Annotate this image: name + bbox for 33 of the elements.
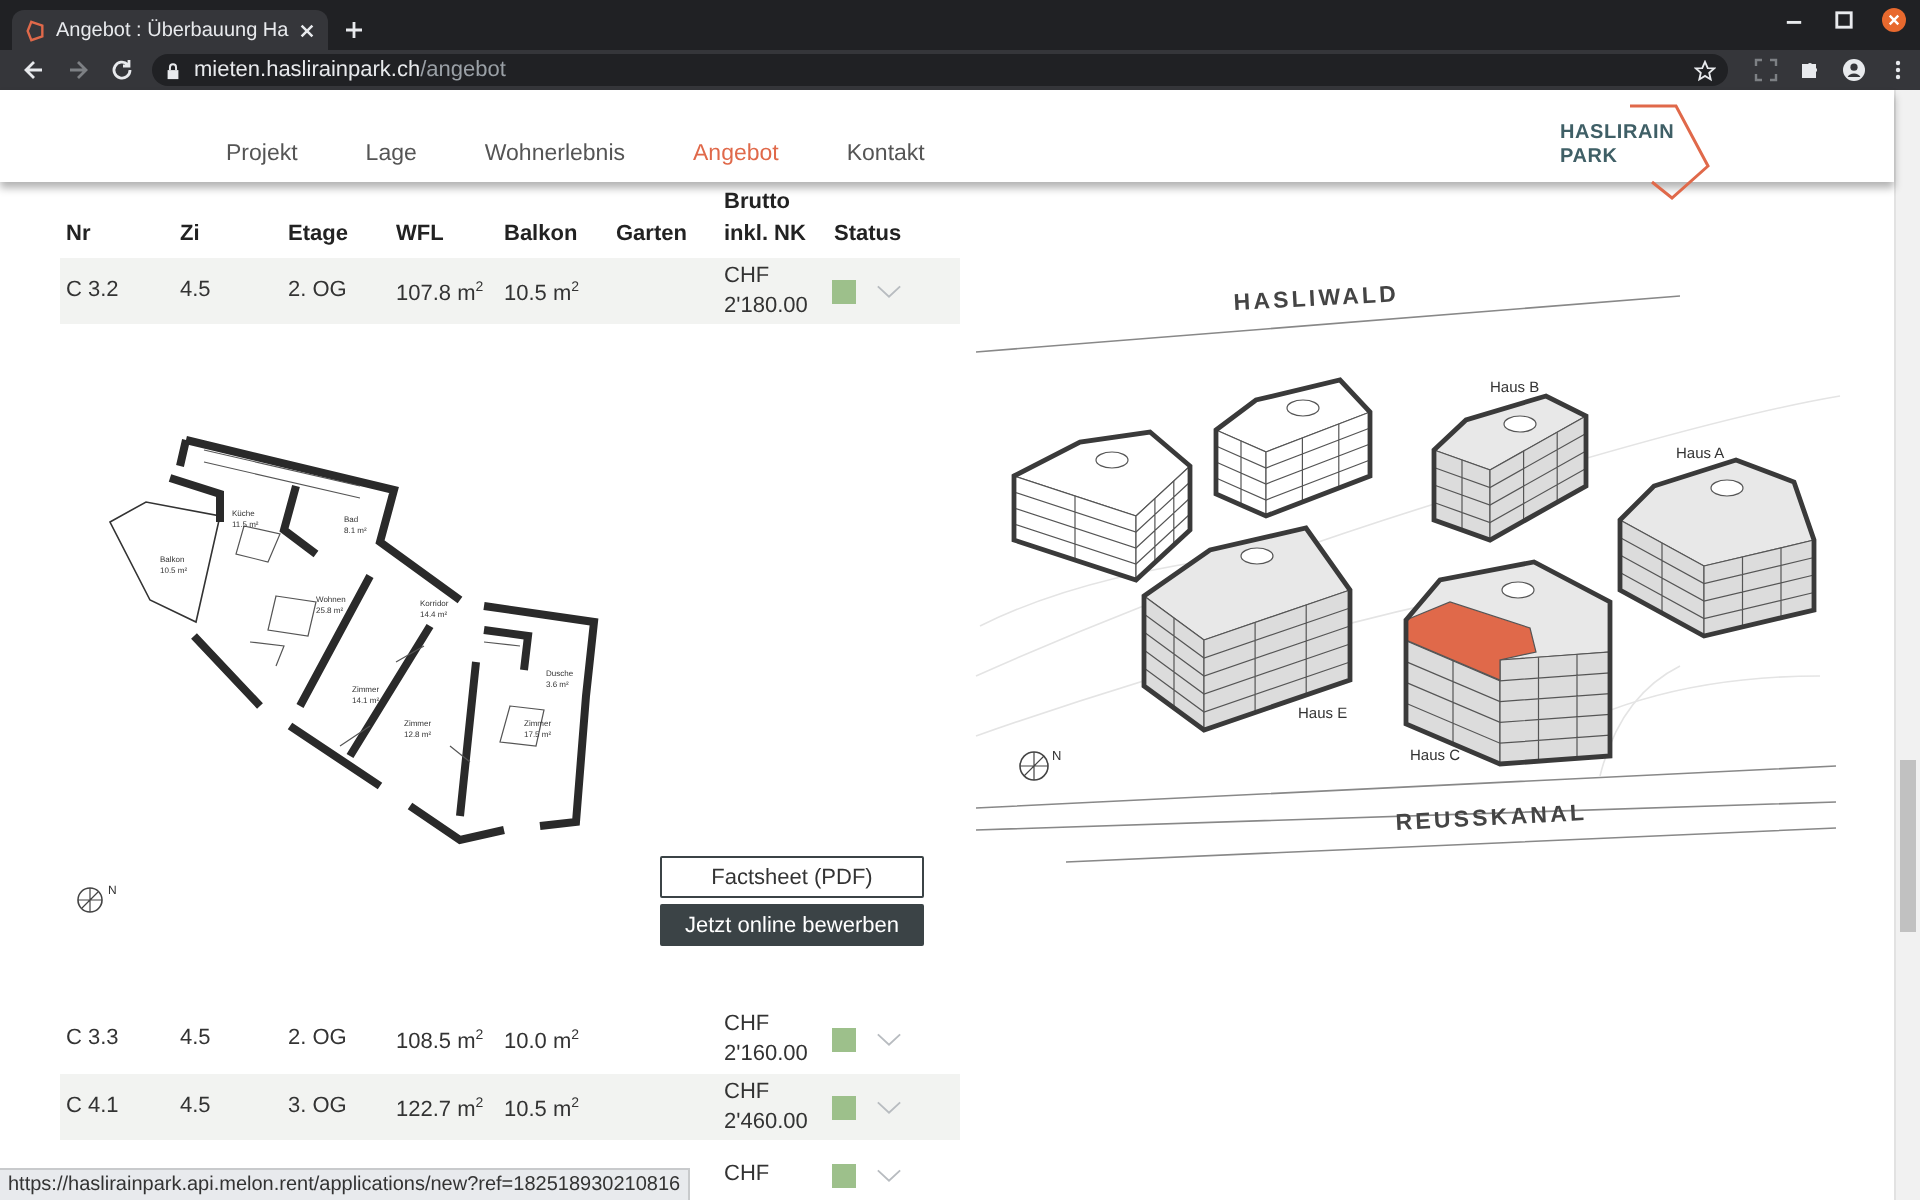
- logo-text: HASLIRAIN: [1560, 122, 1675, 144]
- table-cell: 4.5: [180, 1026, 211, 1050]
- table-cell: C 3.3: [66, 1026, 119, 1050]
- table-cell: 122.7 m$^{2}$: [396, 1097, 484, 1122]
- table-cell: 4.5: [180, 278, 211, 302]
- table-cell: 10.5 m$^{2}$: [504, 1097, 580, 1122]
- column-header: Brutto inkl. NK: [722, 188, 808, 250]
- table-cell: CHF 2'460.00: [724, 1079, 808, 1133]
- table-cell: 3. OG: [288, 1094, 347, 1118]
- table-cell: 10.0 m$^{2}$: [504, 1029, 580, 1054]
- street-label: HASLIWALD: [1233, 283, 1400, 316]
- table-cell: 108.5 m$^{2}$: [396, 1029, 484, 1054]
- column-header: Etage: [286, 220, 350, 250]
- column-header: WFL: [394, 220, 446, 250]
- column-header: Garten: [614, 220, 689, 250]
- table-cell: CHF 2'160.00: [724, 1011, 808, 1065]
- table-cell: 2. OG: [288, 278, 347, 302]
- tab-title: Angebot : Überbauung Ha: [56, 19, 289, 41]
- column-header: Zi: [178, 220, 202, 250]
- table-cell: 4.5: [180, 1094, 211, 1118]
- street-label: REUSSKANAL: [1395, 802, 1588, 836]
- column-header: Status: [832, 220, 904, 250]
- table-cell: C 4.1: [66, 1094, 119, 1118]
- table-cell: 107.8 m$^{2}$: [396, 281, 484, 306]
- link-url-tooltip: https://haslirainpark.api.melon.rent/applications/new?ref=182518930210816: [0, 1168, 691, 1200]
- table-cell: C 3.2: [66, 278, 119, 302]
- column-header: Nr: [64, 220, 93, 250]
- table-cell: CHF 2'180.00: [724, 263, 808, 317]
- table-cell: 2. OG: [288, 1026, 347, 1050]
- table-cell: CHF: [724, 1162, 770, 1186]
- logo-text: PARK: [1560, 146, 1618, 168]
- table-cell: 10.5 m$^{2}$: [504, 281, 580, 306]
- column-header: Balkon: [502, 220, 580, 250]
